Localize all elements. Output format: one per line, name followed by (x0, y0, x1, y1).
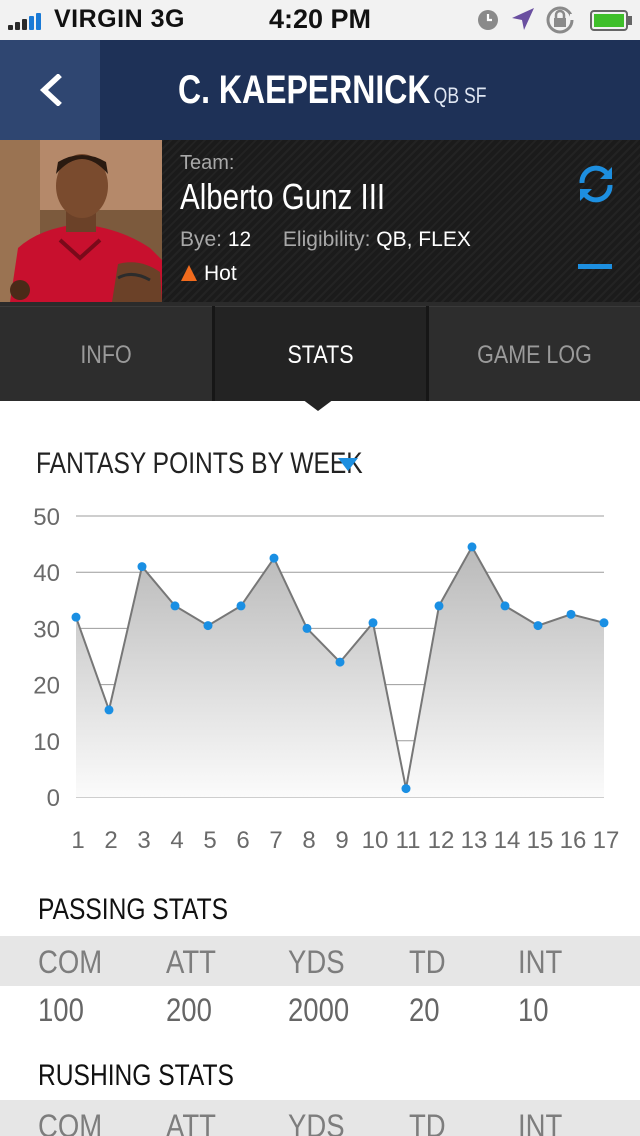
tab-info[interactable]: INFO (0, 306, 212, 401)
passing-header-att: ATT (166, 944, 216, 980)
rushing-header-com: COM (38, 1108, 103, 1136)
bye-eligibility-row: Bye: 12 Eligibility: QB, FLEX (180, 228, 471, 252)
rotation-lock-icon (546, 6, 576, 34)
tab-bar: INFO STATS GAME LOG (0, 302, 640, 401)
rushing-header-int: INT (518, 1108, 563, 1136)
tab-stats[interactable]: STATS (215, 306, 426, 401)
rushing-header-att: ATT (166, 1108, 216, 1136)
passing-value-att: 200 (166, 992, 212, 1028)
caret-down-icon[interactable] (336, 456, 360, 472)
x-tick-label: 5 (203, 827, 216, 854)
hot-label: Hot (204, 262, 237, 285)
player-header: Team: Alberto Gunz III Bye: 12 Eligibili… (0, 140, 640, 302)
data-point-week-7 (269, 553, 279, 563)
player-name: C. KAEPERNICK (178, 68, 431, 112)
eligibility-label: Eligibility: (282, 228, 371, 251)
chart-title: FANTASY POINTS BY WEEK (36, 447, 363, 480)
hot-indicator: Hot (180, 262, 237, 286)
x-tick-label: 13 (461, 827, 488, 854)
active-tab-pointer (302, 399, 334, 411)
data-point-week-13 (467, 542, 477, 552)
bye-label: Bye: (180, 228, 223, 251)
chevron-left-icon (39, 74, 62, 106)
rushing-stats-header: COM ATT YDS TD INT (0, 1100, 640, 1136)
location-arrow-icon (512, 8, 534, 30)
data-point-week-2 (104, 705, 114, 715)
rushing-header-yds: YDS (288, 1108, 345, 1136)
bye-value: 12 (227, 228, 252, 251)
data-point-week-9 (335, 657, 345, 667)
rushing-header-td: TD (409, 1108, 446, 1136)
data-point-week-6 (236, 601, 246, 611)
data-point-week-17 (599, 618, 609, 628)
data-point-week-1 (71, 612, 81, 622)
chart-area (76, 546, 604, 797)
battery-icon (590, 10, 632, 31)
data-point-week-12 (434, 601, 444, 611)
data-point-week-15 (533, 621, 543, 631)
rushing-stats-title: RUSHING STATS (38, 1059, 234, 1092)
passing-header-com: COM (38, 944, 103, 980)
tab-game-log-label: GAME LOG (477, 341, 592, 369)
data-point-week-3 (137, 562, 147, 572)
refresh-icon (579, 165, 613, 203)
data-point-week-8 (302, 623, 312, 633)
nav-bar: C. KAEPERNICK QB SF (0, 40, 640, 140)
data-point-week-5 (203, 621, 213, 631)
y-tick-label: 50 (33, 504, 60, 531)
fantasy-points-chart: 01020304050 1 2 3 4 5 6 7 8 9 10 11 12 13 14 15 16 17 (33, 504, 620, 854)
data-point-week-10 (368, 618, 378, 628)
x-tick-label: 8 (302, 827, 315, 854)
tab-game-log[interactable]: GAME LOG (429, 306, 640, 401)
hot-arrow-icon (181, 265, 197, 281)
player-position: QB SF (433, 83, 487, 108)
page-title: C. KAEPERNICK QB SF (178, 68, 486, 113)
passing-value-td: 20 (409, 992, 440, 1028)
x-tick-label: 2 (104, 827, 117, 854)
status-bar: VIRGIN 3G 4:20 PM (0, 0, 640, 40)
x-tick-label: 12 (428, 827, 455, 854)
passing-header-td: TD (409, 944, 446, 980)
y-tick-label: 0 (47, 785, 60, 812)
back-button[interactable] (0, 40, 100, 140)
x-tick-label: 17 (593, 827, 620, 854)
eligibility-value: QB, FLEX (376, 228, 471, 251)
x-tick-label: 10 (362, 827, 389, 854)
data-point-week-4 (170, 601, 180, 611)
x-tick-label: 11 (396, 827, 421, 854)
data-point-week-16 (566, 609, 576, 619)
x-tick-label: 4 (170, 827, 183, 854)
x-tick-label: 6 (236, 827, 249, 854)
tab-stats-label: STATS (287, 341, 354, 369)
player-photo (0, 140, 162, 302)
team-name: Alberto Gunz III (180, 176, 386, 217)
passing-value-com: 100 (38, 992, 84, 1028)
y-tick-label: 10 (33, 729, 60, 756)
passing-header-int: INT (518, 944, 563, 980)
x-tick-label: 3 (137, 827, 150, 854)
y-tick-label: 20 (33, 673, 60, 700)
x-tick-label: 16 (560, 827, 587, 854)
x-tick-label: 15 (527, 827, 554, 854)
tab-info-label: INFO (80, 341, 132, 369)
x-tick-label: 9 (335, 827, 348, 854)
team-label: Team: (180, 152, 235, 174)
passing-value-yds: 2000 (288, 992, 350, 1028)
data-point-week-11 (401, 784, 411, 794)
y-tick-label: 40 (33, 560, 60, 587)
passing-header-yds: YDS (288, 944, 345, 980)
refresh-button[interactable] (574, 162, 618, 206)
x-tick-label: 14 (494, 827, 521, 854)
y-tick-label: 30 (33, 616, 60, 643)
remove-button[interactable] (574, 250, 614, 274)
clock-icon (478, 10, 498, 30)
data-point-week-14 (500, 601, 510, 611)
minus-icon (578, 264, 612, 269)
x-tick-label: 7 (269, 827, 282, 854)
passing-stats-header: COM ATT YDS TD INT (0, 936, 640, 986)
passing-value-int: 10 (518, 992, 549, 1028)
x-tick-label: 1 (71, 827, 84, 854)
passing-stats-title: PASSING STATS (38, 893, 229, 926)
